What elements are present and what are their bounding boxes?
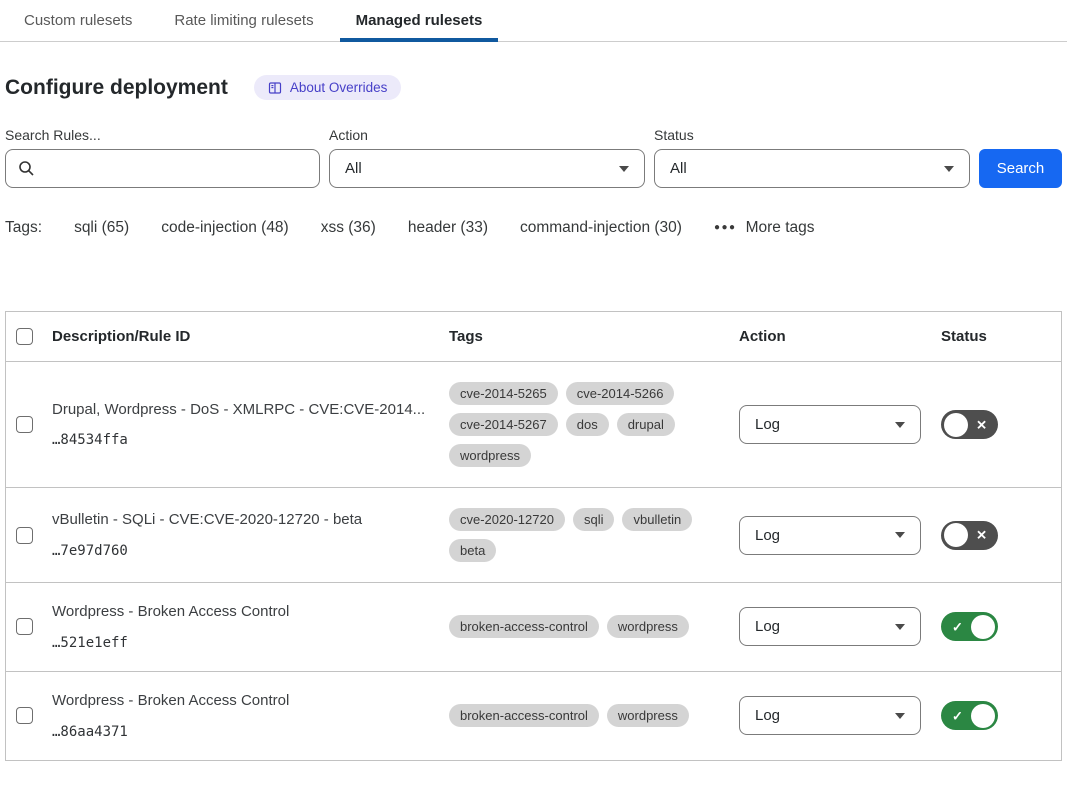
rule-id: …86aa4371 [52, 724, 429, 740]
rule-action-value: Log [755, 707, 780, 724]
chevron-down-icon [944, 166, 954, 172]
action-field: Action All [329, 127, 645, 188]
filters-row: Search Rules... Action All Status [5, 127, 1062, 188]
action-select[interactable]: All [329, 149, 645, 188]
toggle-state-icon: ✕ [976, 529, 987, 542]
rule-tag: wordpress [449, 444, 531, 467]
row-checkbox[interactable] [16, 707, 33, 724]
rule-tag: dos [566, 413, 609, 436]
status-select[interactable]: All [654, 149, 970, 188]
rule-tag: wordpress [607, 704, 689, 727]
column-header-tags: Tags [449, 328, 739, 345]
rule-status-toggle[interactable]: ✓ [941, 612, 998, 641]
rule-description: vBulletin - SQLi - CVE:CVE-2020-12720 - … [52, 511, 429, 530]
tags-bar-label: Tags: [5, 219, 42, 237]
rule-tag: cve-2014-5265 [449, 382, 558, 405]
rule-tag: cve-2014-5266 [566, 382, 675, 405]
tag-filter-sqli[interactable]: sqli (65) [74, 219, 129, 237]
rule-id: …521e1eff [52, 635, 429, 651]
rule-action-value: Log [755, 416, 780, 433]
rule-tag: cve-2014-5267 [449, 413, 558, 436]
rule-status-toggle[interactable]: ✓ [941, 701, 998, 730]
rule-id: …84534ffa [52, 432, 429, 448]
table-row: Drupal, Wordpress - DoS - XMLRPC - CVE:C… [6, 362, 1061, 488]
rule-tag: sqli [573, 508, 615, 531]
rule-action-value: Log [755, 618, 780, 635]
chevron-down-icon [895, 532, 905, 538]
rule-tag: beta [449, 539, 496, 562]
tag-filter-xss[interactable]: xss (36) [321, 219, 376, 237]
toggle-knob [971, 615, 995, 639]
table-header-row: Description/Rule ID Tags Action Status [6, 312, 1061, 362]
heading-row: Configure deployment About Overrides [5, 75, 1062, 100]
search-input[interactable] [5, 149, 320, 188]
rule-tag: drupal [617, 413, 675, 436]
row-checkbox[interactable] [16, 618, 33, 635]
tag-filter-header[interactable]: header (33) [408, 219, 488, 237]
rule-tag: vbulletin [622, 508, 692, 531]
table-row: vBulletin - SQLi - CVE:CVE-2020-12720 - … [6, 488, 1061, 583]
toggle-state-icon: ✓ [952, 709, 963, 722]
more-tags-button[interactable]: ●●● More tags [714, 219, 815, 237]
toggle-knob [944, 523, 968, 547]
select-all-checkbox[interactable] [16, 328, 33, 345]
row-checkbox[interactable] [16, 416, 33, 433]
tags-bar: Tags: sqli (65) code-injection (48) xss … [5, 219, 1062, 237]
about-overrides-label: About Overrides [290, 80, 388, 95]
rule-tag: cve-2020-12720 [449, 508, 565, 531]
rule-description: Drupal, Wordpress - DoS - XMLRPC - CVE:C… [52, 401, 429, 420]
toggle-knob [944, 413, 968, 437]
column-header-action: Action [739, 328, 941, 345]
rule-action-value: Log [755, 527, 780, 544]
row-checkbox[interactable] [16, 527, 33, 544]
status-field: Status All [654, 127, 970, 188]
rule-tag: broken-access-control [449, 704, 599, 727]
action-label: Action [329, 127, 645, 143]
toggle-state-icon: ✓ [952, 620, 963, 633]
rule-action-select[interactable]: Log [739, 516, 921, 555]
table-row: Wordpress - Broken Access Control …521e1… [6, 583, 1061, 672]
rule-id: …7e97d760 [52, 543, 429, 559]
chevron-down-icon [619, 166, 629, 172]
rule-status-toggle[interactable]: ✕ [941, 410, 998, 439]
chevron-down-icon [895, 713, 905, 719]
toggle-state-icon: ✕ [976, 418, 987, 431]
ellipsis-icon: ●●● [714, 223, 737, 233]
search-button[interactable]: Search [979, 149, 1062, 188]
more-tags-label: More tags [746, 219, 815, 237]
tab-custom-rulesets[interactable]: Custom rulesets [8, 0, 148, 42]
rule-action-select[interactable]: Log [739, 405, 921, 444]
chevron-down-icon [895, 624, 905, 630]
search-field: Search Rules... [5, 127, 320, 188]
table-row: Wordpress - Broken Access Control …86aa4… [6, 672, 1061, 761]
chevron-down-icon [895, 422, 905, 428]
tag-filter-code-injection[interactable]: code-injection (48) [161, 219, 289, 237]
rule-action-select[interactable]: Log [739, 607, 921, 646]
rules-table: Description/Rule ID Tags Action Status D… [5, 311, 1062, 761]
status-select-value: All [670, 160, 687, 177]
page-title: Configure deployment [5, 76, 228, 100]
status-label: Status [654, 127, 970, 143]
action-select-value: All [345, 160, 362, 177]
search-label: Search Rules... [5, 127, 320, 143]
column-header-status: Status [941, 328, 1061, 345]
rule-tag: broken-access-control [449, 615, 599, 638]
rule-description: Wordpress - Broken Access Control [52, 603, 429, 622]
book-icon [268, 81, 282, 95]
rule-status-toggle[interactable]: ✕ [941, 521, 998, 550]
tab-rate-limiting-rulesets[interactable]: Rate limiting rulesets [158, 0, 329, 42]
rule-description: Wordpress - Broken Access Control [52, 692, 429, 711]
tag-filter-command-injection[interactable]: command-injection (30) [520, 219, 682, 237]
managed-rulesets-page: Custom rulesets Rate limiting rulesets M… [0, 0, 1067, 795]
column-header-description: Description/Rule ID [52, 328, 449, 345]
about-overrides-badge[interactable]: About Overrides [254, 75, 402, 100]
rulesets-tab-bar: Custom rulesets Rate limiting rulesets M… [0, 0, 1067, 42]
search-icon [18, 160, 35, 177]
rule-tag: wordpress [607, 615, 689, 638]
toggle-knob [971, 704, 995, 728]
tab-managed-rulesets[interactable]: Managed rulesets [340, 0, 499, 42]
rule-action-select[interactable]: Log [739, 696, 921, 735]
